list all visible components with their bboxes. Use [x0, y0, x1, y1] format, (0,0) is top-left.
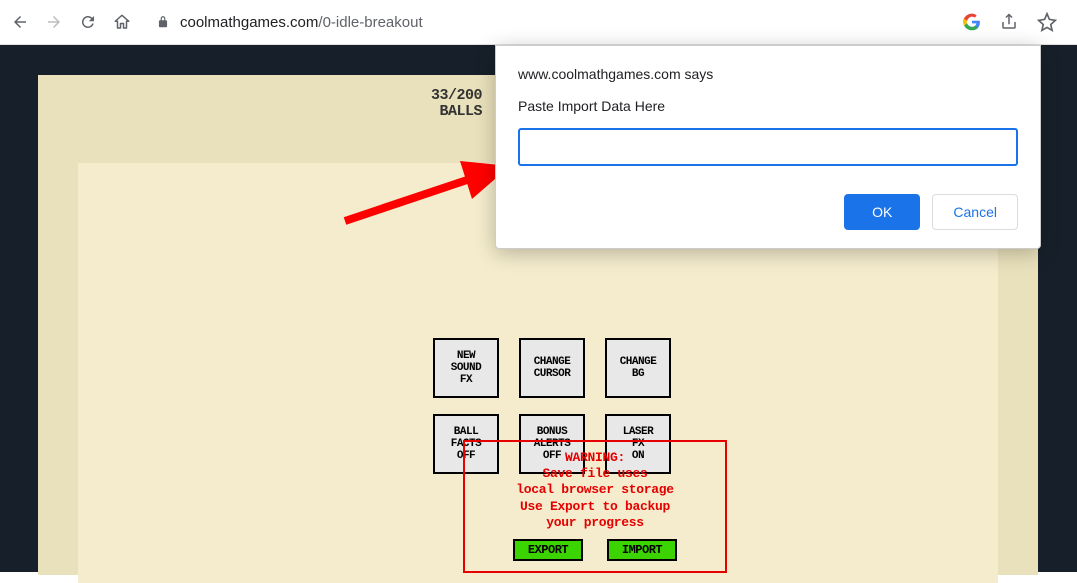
warning-text: WARNING: Save file uses local browser st… — [477, 450, 713, 531]
google-icon[interactable] — [963, 13, 981, 31]
url-text: coolmathgames.com/0-idle-breakout — [180, 14, 423, 31]
dialog-message: Paste Import Data Here — [518, 98, 1018, 114]
lock-icon — [156, 15, 170, 29]
back-button[interactable] — [10, 12, 30, 32]
change-cursor-button[interactable]: CHANGECURSOR — [519, 338, 585, 398]
forward-button[interactable] — [44, 12, 64, 32]
cancel-button[interactable]: Cancel — [932, 194, 1018, 230]
ball-count-display: 33/200 BALLS — [431, 88, 482, 120]
reload-button[interactable] — [78, 12, 98, 32]
bookmark-star-icon[interactable] — [1037, 12, 1057, 32]
change-bg-button[interactable]: CHANGEBG — [605, 338, 671, 398]
ok-button[interactable]: OK — [844, 194, 920, 230]
import-data-input[interactable] — [518, 128, 1018, 166]
home-button[interactable] — [112, 12, 132, 32]
import-button[interactable]: IMPORT — [607, 539, 677, 561]
js-prompt-dialog: www.coolmathgames.com says Paste Import … — [495, 45, 1041, 249]
toolbar-right — [963, 12, 1067, 32]
save-warning-box: WARNING: Save file uses local browser st… — [463, 440, 727, 573]
address-bar[interactable]: coolmathgames.com/0-idle-breakout — [146, 14, 949, 31]
share-icon[interactable] — [999, 12, 1019, 32]
browser-toolbar: coolmathgames.com/0-idle-breakout — [0, 0, 1077, 45]
dialog-title: www.coolmathgames.com says — [518, 66, 1018, 82]
new-sound-fx-button[interactable]: NEWSOUNDFX — [433, 338, 499, 398]
export-button[interactable]: EXPORT — [513, 539, 583, 561]
